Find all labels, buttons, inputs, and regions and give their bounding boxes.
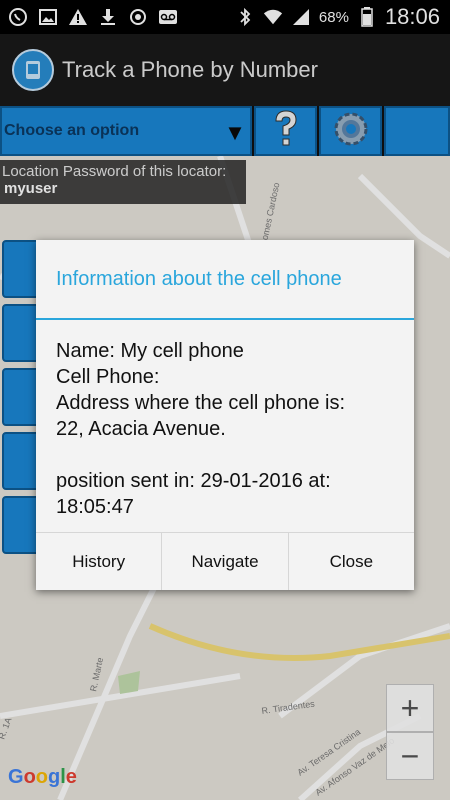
- position-sent-line: position sent in: 29-01-2016 at:: [56, 470, 331, 492]
- position-time-line: 18:05:47: [56, 496, 134, 518]
- phone-number-line: Cell Phone:: [56, 366, 160, 388]
- address-label-line: Address where the cell phone is:: [56, 392, 346, 414]
- history-button[interactable]: History: [36, 533, 163, 590]
- phone-info-dialog: Information about the cell phone Name: M…: [36, 240, 414, 590]
- dialog-title: Information about the cell phone: [36, 240, 414, 320]
- dialog-actions: History Navigate Close: [36, 532, 414, 590]
- phone-name-line: Name: My cell phone: [56, 340, 244, 362]
- navigate-button[interactable]: Navigate: [162, 533, 289, 590]
- close-button[interactable]: Close: [289, 533, 414, 590]
- dialog-body: Name: My cell phone Cell Phone: Address …: [36, 320, 414, 530]
- address-value-line: 22, Acacia Avenue.: [56, 418, 226, 440]
